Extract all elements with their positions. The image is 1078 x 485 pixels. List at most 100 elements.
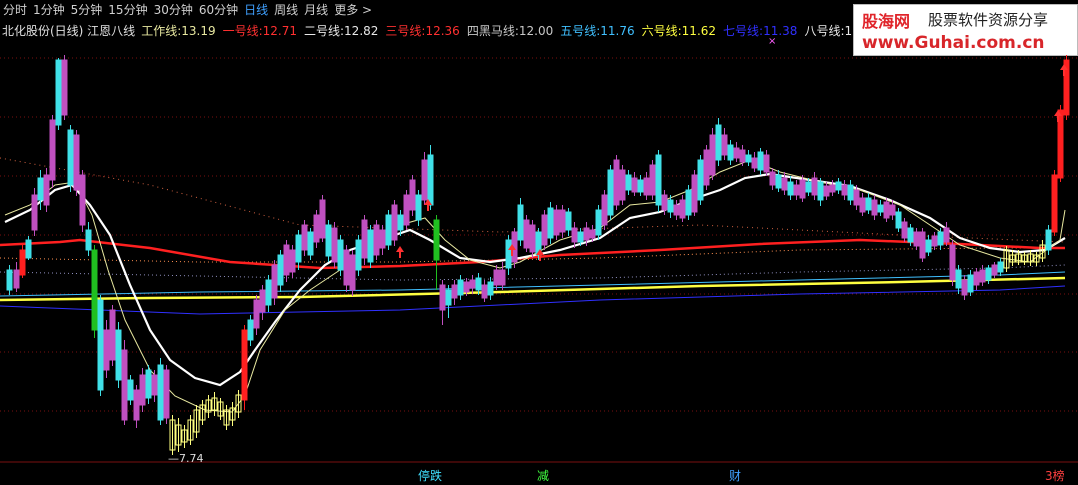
candle-body bbox=[265, 279, 272, 306]
candle-body bbox=[31, 194, 38, 231]
candle-body bbox=[793, 184, 800, 196]
candle-body bbox=[979, 269, 986, 283]
candle-body bbox=[295, 234, 302, 263]
candle-body bbox=[1045, 229, 1052, 251]
candle-body bbox=[625, 174, 632, 191]
candle-body bbox=[913, 231, 920, 247]
candle-body bbox=[97, 299, 104, 391]
candle-body bbox=[19, 249, 26, 276]
candle-body bbox=[409, 179, 416, 211]
candle-body bbox=[607, 169, 614, 216]
candle-body bbox=[859, 197, 866, 213]
candle-body bbox=[445, 289, 452, 306]
candle-body bbox=[847, 184, 854, 201]
candle-body bbox=[421, 159, 428, 201]
candle-body bbox=[565, 211, 572, 231]
candle-body bbox=[883, 201, 890, 219]
candle-body bbox=[379, 229, 386, 249]
candle-body bbox=[775, 174, 782, 189]
candle-body bbox=[691, 174, 698, 213]
candle-body bbox=[685, 189, 692, 216]
candle-body bbox=[739, 149, 746, 163]
candle-body bbox=[517, 204, 524, 241]
candle-body bbox=[385, 214, 392, 246]
candle-body bbox=[985, 267, 992, 281]
bottom-marker-3: 3榜 bbox=[1045, 469, 1065, 483]
candle-body bbox=[655, 154, 662, 206]
candle-body bbox=[355, 239, 362, 271]
candle-body bbox=[121, 349, 128, 421]
candle-body bbox=[937, 231, 944, 246]
candle-body bbox=[133, 389, 140, 421]
line-five bbox=[0, 271, 1066, 297]
candle-body bbox=[757, 151, 764, 171]
candle-body bbox=[787, 181, 794, 196]
candle-body bbox=[241, 329, 248, 401]
candle-body bbox=[745, 154, 752, 163]
candle-body bbox=[805, 181, 812, 193]
candle-body bbox=[619, 169, 626, 201]
candle-body bbox=[823, 185, 830, 197]
line-two bbox=[4, 172, 1066, 387]
candle-body bbox=[559, 209, 566, 233]
candle-body bbox=[469, 279, 476, 289]
candle-body bbox=[115, 329, 122, 381]
candle-body bbox=[781, 177, 788, 191]
candle-body bbox=[427, 154, 434, 206]
candle-body bbox=[13, 269, 20, 289]
candle-body bbox=[391, 204, 398, 241]
line-six bbox=[0, 276, 1066, 302]
candle-body bbox=[301, 224, 308, 251]
x-marker: × bbox=[768, 36, 776, 47]
candle-body bbox=[643, 177, 650, 196]
candle-body bbox=[583, 227, 590, 241]
candle-body bbox=[997, 261, 1004, 273]
candle-body bbox=[841, 184, 848, 196]
candle-body bbox=[499, 269, 506, 286]
candle-body bbox=[817, 181, 824, 201]
candle-body bbox=[91, 249, 98, 331]
candle-body bbox=[667, 199, 674, 213]
candle-body bbox=[991, 264, 998, 276]
candle-body bbox=[253, 299, 260, 329]
candle-body bbox=[6, 269, 13, 291]
candle-body bbox=[727, 144, 734, 161]
candle-body bbox=[679, 199, 686, 219]
candle-body bbox=[61, 59, 68, 116]
candle-body bbox=[289, 249, 296, 273]
candle-body bbox=[487, 281, 494, 296]
candle-body bbox=[703, 149, 710, 186]
candle-body bbox=[49, 119, 56, 181]
candle-body bbox=[811, 177, 818, 196]
candle-body bbox=[799, 179, 806, 199]
candle-body bbox=[547, 207, 554, 239]
candle-body bbox=[79, 174, 86, 226]
candle-body bbox=[661, 194, 668, 211]
candle-body bbox=[571, 227, 578, 243]
candle-body bbox=[103, 329, 110, 371]
candle-body bbox=[889, 204, 896, 216]
low-price-value: 7.74 bbox=[179, 452, 204, 465]
kline-chart[interactable]: × bbox=[0, 0, 1078, 485]
candle-body bbox=[37, 177, 44, 201]
candle-body bbox=[331, 227, 338, 263]
candle-body bbox=[871, 199, 878, 216]
candle-body bbox=[397, 214, 404, 231]
candle-body bbox=[541, 214, 548, 246]
candle-body bbox=[349, 254, 356, 291]
candle-body bbox=[829, 184, 836, 193]
candle-body bbox=[769, 171, 776, 186]
candle-body bbox=[247, 319, 254, 341]
candle-body bbox=[319, 199, 326, 239]
candle-body bbox=[109, 309, 116, 361]
candle-body bbox=[961, 279, 968, 296]
candle-body bbox=[481, 284, 488, 299]
candle-body bbox=[139, 374, 146, 406]
candle-body bbox=[283, 244, 290, 276]
candle-body bbox=[259, 289, 266, 313]
candle-body bbox=[637, 179, 644, 193]
candle-body bbox=[595, 209, 602, 236]
candle-body bbox=[901, 221, 908, 239]
candle-body bbox=[277, 254, 284, 286]
candle-body bbox=[601, 194, 608, 226]
